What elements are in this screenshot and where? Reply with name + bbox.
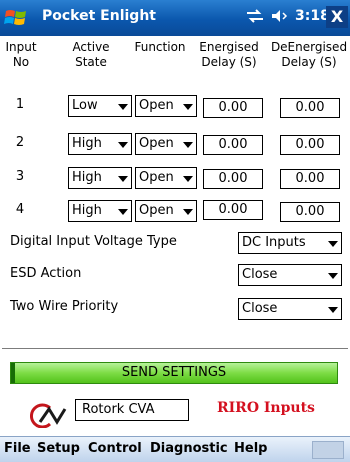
two-wire-priority-label: Two Wire Priority <box>10 299 119 314</box>
settings-panel: Input No Active State Function Energised… <box>0 36 350 386</box>
menu-help[interactable]: Help <box>234 441 267 456</box>
input-number: 3 <box>15 169 25 184</box>
active-state-select[interactable]: High <box>68 200 132 222</box>
header-energised-line1: Energised <box>199 40 259 54</box>
function-select[interactable]: Open <box>135 167 197 189</box>
clock: 3:18 <box>295 8 330 24</box>
menu-diagnostic[interactable]: Diagnostic <box>150 441 228 456</box>
rotork-logo-icon <box>30 403 67 428</box>
deenergised-delay-field[interactable]: 0.00 <box>280 135 340 155</box>
select-value: Low <box>72 98 98 113</box>
chevron-down-icon <box>183 142 193 148</box>
chevron-down-icon <box>183 104 193 110</box>
chevron-down-icon <box>118 176 128 182</box>
status-area: 3:18 <box>245 8 330 24</box>
chevron-down-icon <box>183 209 193 215</box>
header-active-line2: State <box>75 55 107 69</box>
deenergised-delay-field[interactable]: 0.00 <box>280 98 340 118</box>
voltage-type-label: Digital Input Voltage Type <box>10 234 177 249</box>
menu-bar: File Setup Control Diagnostic Help <box>0 436 350 462</box>
header-input-line2: No <box>12 55 30 69</box>
header-energised-line2: Delay (S) <box>201 55 257 69</box>
select-value: High <box>72 170 102 185</box>
header-energised-delay: Energised Delay (S) <box>194 40 264 70</box>
chevron-down-icon <box>183 176 193 182</box>
header-function: Function <box>134 40 186 54</box>
select-value: DC Inputs <box>242 235 306 250</box>
two-wire-priority-select[interactable]: Close <box>238 298 342 320</box>
menu-setup[interactable]: Setup <box>37 441 80 456</box>
windows-start-icon[interactable] <box>4 6 30 30</box>
function-select[interactable]: Open <box>135 133 197 155</box>
header-deenergised-line2: Delay (S) <box>281 55 337 69</box>
header-input-no: Input No <box>5 40 37 70</box>
chevron-down-icon <box>118 142 128 148</box>
esd-action-select[interactable]: Close <box>238 264 342 286</box>
voltage-type-select[interactable]: DC Inputs <box>238 232 342 254</box>
select-value: Close <box>242 301 278 316</box>
connectivity-icon[interactable] <box>245 9 265 23</box>
header-active-line1: Active <box>72 40 110 54</box>
volume-icon[interactable] <box>271 9 289 23</box>
chevron-down-icon <box>328 273 338 279</box>
select-value: Open <box>139 98 174 113</box>
input-number: 2 <box>15 135 25 150</box>
keyboard-icon[interactable] <box>312 441 344 459</box>
deenergised-delay-field[interactable]: 0.00 <box>280 202 340 222</box>
active-state-select[interactable]: High <box>68 167 132 189</box>
mode-title: RIRO Inputs <box>217 400 315 416</box>
input-number: 1 <box>15 97 25 112</box>
header-input-line1: Input <box>5 40 37 54</box>
energised-delay-field[interactable]: 0.00 <box>203 200 263 220</box>
active-state-select[interactable]: High <box>68 133 132 155</box>
header-active-state: Active State <box>64 40 118 70</box>
esd-action-label: ESD Action <box>10 266 82 281</box>
chevron-down-icon <box>328 307 338 313</box>
select-value: Open <box>139 170 174 185</box>
chevron-down-icon <box>118 104 128 110</box>
chevron-down-icon <box>118 209 128 215</box>
energised-delay-field[interactable]: 0.00 <box>203 98 263 118</box>
deenergised-delay-field[interactable]: 0.00 <box>280 169 340 189</box>
title-bar: Pocket Enlight 3:18 X <box>0 0 350 36</box>
select-value: High <box>72 203 102 218</box>
header-deenergised-line1: DeEnergised <box>270 40 348 54</box>
menu-file[interactable]: File <box>4 441 31 456</box>
device-name-field: Rotork CVA <box>75 399 189 421</box>
input-number: 4 <box>15 202 25 217</box>
active-state-select[interactable]: Low <box>68 95 132 117</box>
app-title: Pocket Enlight <box>42 8 156 24</box>
select-value: High <box>72 136 102 151</box>
select-value: Close <box>242 267 278 282</box>
function-select[interactable]: Open <box>135 200 197 222</box>
chevron-down-icon <box>328 241 338 247</box>
close-button[interactable]: X <box>326 6 348 28</box>
select-value: Open <box>139 136 174 151</box>
function-select[interactable]: Open <box>135 95 197 117</box>
energised-delay-field[interactable]: 0.00 <box>203 135 263 155</box>
send-settings-button[interactable]: SEND SETTINGS <box>10 362 338 384</box>
header-deenergised-delay: DeEnergised Delay (S) <box>266 40 350 70</box>
select-value: Open <box>139 203 174 218</box>
menu-control[interactable]: Control <box>88 441 142 456</box>
divider <box>2 348 348 349</box>
energised-delay-field[interactable]: 0.00 <box>203 169 263 189</box>
